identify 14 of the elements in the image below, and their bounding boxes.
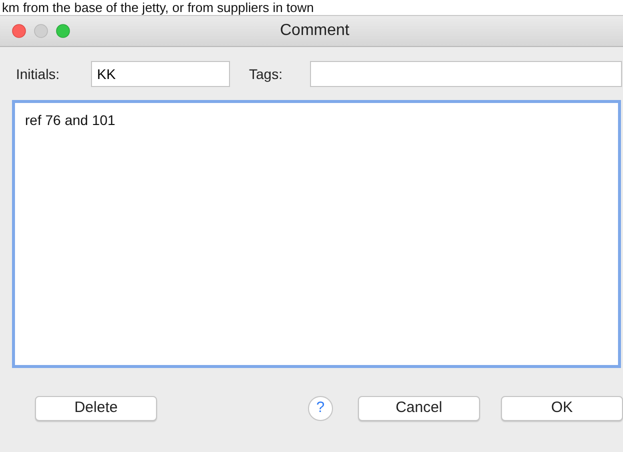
tags-field[interactable]	[310, 61, 622, 87]
minimize-icon[interactable]	[34, 24, 48, 38]
zoom-icon[interactable]	[56, 24, 70, 38]
dialog-button[interactable]: Delete	[35, 396, 158, 421]
dialog-button[interactable]: OK	[500, 396, 623, 421]
close-icon[interactable]	[12, 24, 26, 38]
field-label: Tags:	[249, 64, 284, 84]
window-title: Comment	[280, 21, 350, 41]
document-text: km from the base of the jetty, or from suppliers in town	[1, 0, 314, 15]
comment-field[interactable]: ref 76 and 101	[12, 100, 621, 368]
initials-field[interactable]: KK	[91, 61, 230, 87]
field-label: Initials:	[16, 64, 61, 84]
help-button[interactable]: ?	[308, 396, 333, 421]
dialog-button[interactable]: Cancel	[358, 396, 480, 421]
